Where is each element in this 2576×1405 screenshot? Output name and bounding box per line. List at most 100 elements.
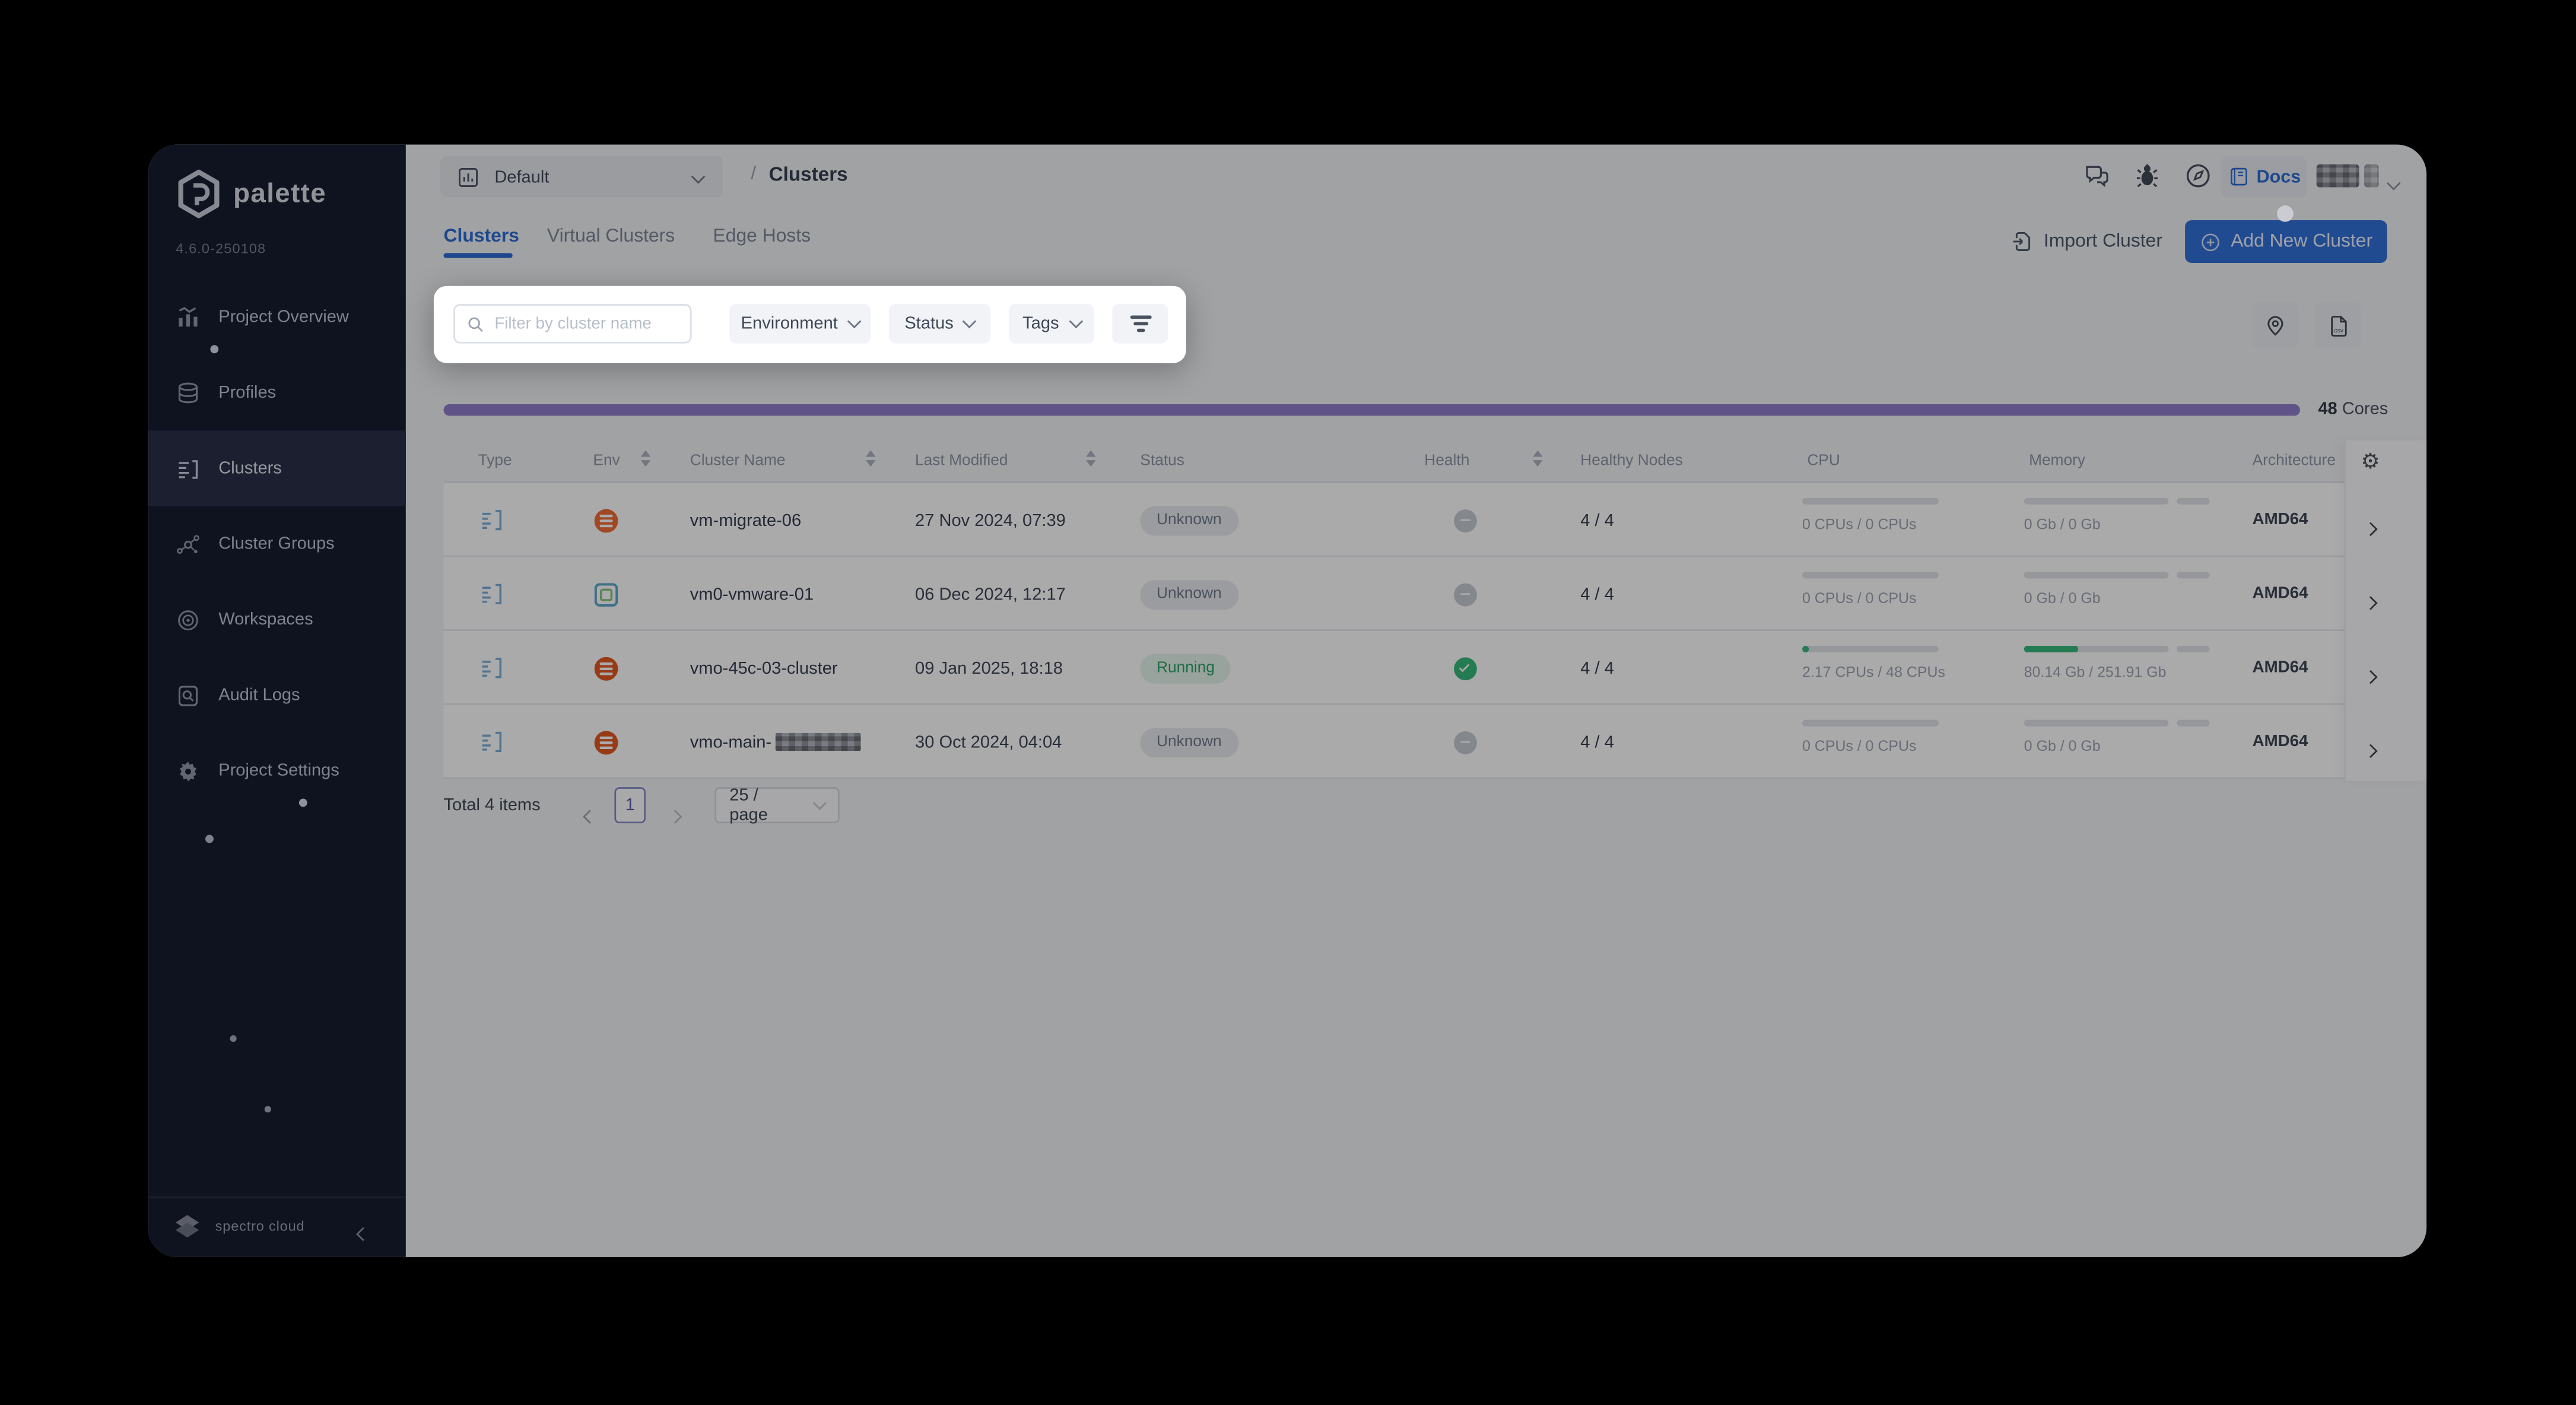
health-unknown-icon	[1454, 483, 1477, 557]
health-ok-icon	[1454, 631, 1477, 705]
export-csv-button[interactable]: csv	[2314, 302, 2361, 348]
sidebar-item-cluster-groups[interactable]: Cluster Groups	[148, 506, 406, 582]
bug-report-icon[interactable]	[2134, 161, 2160, 189]
col-last-modified: Last Modified	[915, 452, 1008, 470]
sidebar-item-profiles[interactable]: Profiles	[148, 355, 406, 430]
sidebar-item-label: Cluster Groups	[218, 534, 335, 554]
user-avatar-badge	[2364, 164, 2379, 188]
architecture: AMD64	[2252, 511, 2308, 529]
tab-edge-hosts[interactable]: Edge Hosts	[713, 227, 811, 246]
architecture: AMD64	[2252, 659, 2308, 677]
csv-file-icon: csv	[2330, 315, 2346, 336]
add-new-cluster-button[interactable]: Add New Cluster	[2185, 220, 2387, 263]
sort-health[interactable]	[1533, 450, 1543, 467]
sort-env[interactable]	[640, 450, 651, 467]
compass-icon[interactable]	[2185, 163, 2211, 189]
sidebar-footer-brand: spectro cloud	[171, 1204, 385, 1247]
status-filter-dropdown[interactable]: Status	[888, 304, 991, 344]
sidebar-item-clusters[interactable]: Clusters	[148, 430, 406, 506]
memory-meter: 0 Gb / 0 Gb	[2024, 719, 2212, 754]
spectro-cloud-label: spectro cloud	[215, 1217, 305, 1235]
cluster-list-icon	[176, 456, 201, 481]
table-row[interactable]: vmo-45c-03-cluster 09 Jan 2025, 18:18 Ru…	[443, 631, 2427, 705]
cluster-name[interactable]: vm-migrate-06	[690, 483, 801, 557]
status-badge: Unknown	[1140, 705, 1238, 779]
env-openstack-icon	[593, 631, 619, 705]
breadcrumb-current: Clusters	[768, 163, 848, 186]
import-cluster-button[interactable]: Import Cluster	[2011, 220, 2162, 263]
vm-type-icon	[478, 557, 506, 632]
table-header: Type Env Cluster Name Last Modified Stat…	[443, 440, 2427, 483]
sidebar-item-label: Workspaces	[218, 610, 313, 630]
sort-last-modified[interactable]	[1085, 450, 1096, 467]
feedback-chat-icon[interactable]	[2083, 163, 2111, 189]
vm-type-icon	[478, 631, 506, 705]
environment-filter-dropdown[interactable]: Environment	[729, 304, 871, 344]
pagination-next-button[interactable]	[668, 800, 682, 830]
tab-clusters[interactable]: Clusters	[443, 227, 519, 246]
breadcrumb-separator: /	[751, 164, 757, 185]
screenshot-stage: palette 4.6.0-250108 Project Overview Pr…	[0, 0, 2576, 1405]
table-row[interactable]: vmo-main- 30 Oct 2024, 04:04 Unknown 4 /…	[443, 705, 2427, 779]
cluster-name[interactable]: vmo-45c-03-cluster	[690, 631, 838, 705]
cores-usage-bar	[443, 404, 2300, 416]
map-view-button[interactable]	[2252, 302, 2299, 348]
pagination-prev-button[interactable]	[583, 800, 597, 830]
search-input[interactable]	[494, 315, 675, 333]
healthy-nodes: 4 / 4	[1580, 584, 1614, 604]
sidebar-item-project-settings[interactable]: Project Settings	[148, 733, 406, 808]
tour-beacon-dot	[2277, 205, 2294, 222]
user-menu-chevron-icon[interactable]	[2386, 169, 2401, 199]
cluster-name[interactable]: vmo-main-	[690, 705, 860, 779]
healthy-nodes: 4 / 4	[1580, 510, 1614, 530]
pagination-page-1[interactable]: 1	[614, 787, 646, 824]
cpu-meter: 0 CPUs / 0 CPUs	[1802, 719, 1939, 754]
sidebar-menu: Project Overview Profiles Clusters Clust…	[148, 280, 406, 808]
column-settings-gear-icon[interactable]: ⚙	[2361, 449, 2380, 475]
sidebar-item-project-overview[interactable]: Project Overview	[148, 280, 406, 355]
project-selector[interactable]: Default	[440, 156, 723, 198]
filter-bar: Environment Status Tags	[433, 286, 1186, 363]
network-icon	[176, 532, 201, 557]
search-icon	[468, 316, 483, 331]
tags-filter-dropdown[interactable]: Tags	[1008, 304, 1094, 344]
page-size-select[interactable]: 25 / page	[714, 785, 840, 825]
tour-beacon-dot	[298, 798, 307, 807]
cluster-name[interactable]: vm0-vmware-01	[690, 557, 814, 632]
row-expand-chevron-icon[interactable]	[2364, 513, 2378, 543]
row-expand-chevron-icon[interactable]	[2364, 735, 2378, 765]
col-architecture: Architecture	[2252, 452, 2336, 470]
table-row[interactable]: vm0-vmware-01 06 Dec 2024, 12:17 Unknown…	[443, 557, 2427, 632]
architecture: AMD64	[2252, 585, 2308, 604]
tab-virtual-clusters[interactable]: Virtual Clusters	[547, 227, 675, 246]
svg-text:csv: csv	[2333, 327, 2343, 334]
more-filters-button[interactable]	[1112, 304, 1168, 344]
chevron-down-icon	[847, 314, 862, 329]
col-healthy-nodes: Healthy Nodes	[1580, 452, 1683, 470]
col-cpu: CPU	[1807, 452, 1840, 470]
cluster-search[interactable]	[453, 304, 692, 344]
sidebar-item-audit-logs[interactable]: Audit Logs	[148, 657, 406, 732]
sort-cluster-name[interactable]	[865, 450, 876, 467]
last-modified: 09 Jan 2025, 18:18	[915, 658, 1063, 678]
health-unknown-icon	[1454, 705, 1477, 779]
import-cluster-label: Import Cluster	[2044, 231, 2162, 252]
user-avatar[interactable]	[2316, 164, 2359, 188]
sidebar-collapse-button[interactable]	[356, 1217, 370, 1247]
chevron-down-icon	[691, 162, 706, 192]
row-expand-chevron-icon[interactable]	[2364, 586, 2378, 616]
env-openstack-icon	[593, 705, 619, 779]
project-icon	[459, 167, 478, 186]
col-health: Health	[1424, 452, 1470, 470]
memory-meter: 80.14 Gb / 251.91 Gb	[2024, 646, 2212, 680]
cores-usage-label: 48 Cores	[2318, 399, 2388, 419]
sidebar-item-workspaces[interactable]: Workspaces	[148, 582, 406, 657]
docs-button[interactable]: Docs	[2221, 156, 2307, 198]
col-memory: Memory	[2029, 452, 2086, 470]
row-expand-chevron-icon[interactable]	[2364, 661, 2378, 690]
tour-beacon-dot	[210, 345, 219, 354]
table-row[interactable]: vm-migrate-06 27 Nov 2024, 07:39 Unknown…	[443, 483, 2427, 557]
status-filter-label: Status	[904, 313, 954, 334]
filter-lines-icon	[1129, 315, 1151, 332]
add-new-cluster-label: Add New Cluster	[2231, 231, 2373, 252]
